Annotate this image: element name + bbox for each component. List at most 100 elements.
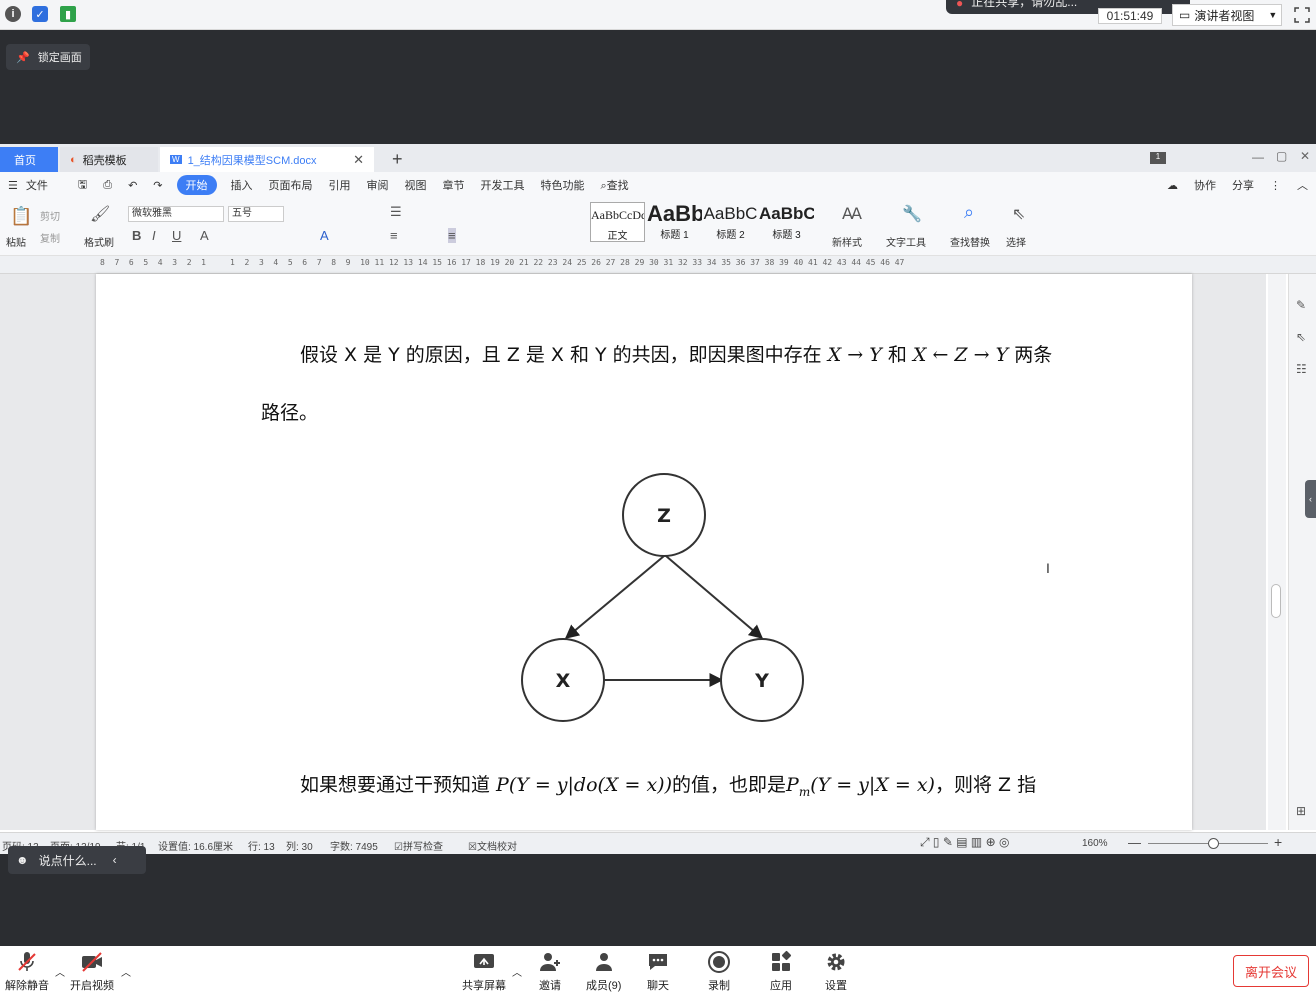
font-size-select[interactable]: 五号 bbox=[228, 206, 284, 222]
invite-button[interactable]: 邀请 bbox=[538, 950, 562, 993]
menu-search[interactable]: ⌕查找 bbox=[593, 177, 637, 193]
zoom-level[interactable]: 160% bbox=[1082, 838, 1108, 849]
status-words[interactable]: 字数: 7495 bbox=[330, 838, 378, 853]
tab-daoke-template[interactable]: ◐ 稻壳模板 bbox=[60, 147, 158, 172]
new-style-label[interactable]: 新样式 bbox=[832, 234, 862, 249]
zoom-slider-handle[interactable] bbox=[1208, 838, 1219, 849]
paragraph-1-line-2[interactable]: 路径。 bbox=[261, 398, 318, 425]
unmute-button[interactable]: 解除静音 bbox=[5, 950, 49, 993]
info-icon[interactable]: i bbox=[5, 6, 21, 22]
cut-button[interactable]: 剪切 bbox=[40, 208, 60, 223]
more-icon[interactable]: ⋮ bbox=[1262, 179, 1289, 192]
paragraph-2[interactable]: 如果想要通过干预知道 P(Y = y|do(X = x))的值，也即是Pm(Y … bbox=[300, 770, 1036, 799]
proofread-button[interactable]: ☒文档校对 bbox=[468, 838, 517, 853]
style-heading-3[interactable]: AaBbC 标题 3 bbox=[759, 202, 814, 242]
ruler[interactable]: 8 7 6 5 4 3 2 1 1 2 3 4 5 6 7 8 9 10 11 … bbox=[0, 256, 1316, 274]
shield-icon[interactable]: ✓ bbox=[32, 6, 48, 22]
save-icon[interactable]: 🖫 bbox=[70, 176, 95, 195]
align-left-icon[interactable]: ≡ bbox=[390, 228, 398, 243]
paste-label[interactable]: 粘贴 bbox=[6, 234, 26, 249]
menu-features[interactable]: 特色功能 bbox=[533, 177, 593, 193]
collapse-ribbon-icon[interactable]: ︿ bbox=[1289, 177, 1316, 193]
side-collapse-button[interactable]: ‹ bbox=[1305, 480, 1316, 518]
wrench-icon[interactable]: 🔧 bbox=[902, 204, 922, 224]
menu-start[interactable]: 开始 bbox=[176, 175, 217, 195]
font-color-icon[interactable]: A bbox=[320, 228, 329, 243]
cloud-icon[interactable]: ☁ bbox=[1159, 179, 1186, 192]
menu-page-layout[interactable]: 页面布局 bbox=[261, 177, 321, 193]
settings-button[interactable]: 设置 bbox=[824, 950, 848, 993]
find-replace-label[interactable]: 查找替换 bbox=[950, 234, 990, 249]
minimize-icon[interactable]: — bbox=[1252, 150, 1264, 164]
cursor-select-icon[interactable]: ⇖ bbox=[1012, 204, 1025, 224]
align-justify-icon[interactable]: ≡ bbox=[448, 228, 456, 243]
pointer-icon[interactable]: ⇖ bbox=[1296, 330, 1306, 344]
strikethrough-icon[interactable]: A bbox=[200, 228, 209, 243]
select-label[interactable]: 选择 bbox=[1006, 234, 1026, 249]
members-button[interactable]: 成员(9) bbox=[586, 950, 621, 993]
undo-icon[interactable]: ↶ bbox=[120, 179, 145, 192]
menu-file[interactable]: 文件 bbox=[26, 177, 56, 193]
apps-button[interactable]: 应用 bbox=[769, 950, 793, 993]
presenter-view-dropdown[interactable]: ▭ 演讲者视图 ▼ bbox=[1172, 4, 1282, 26]
format-painter-icon[interactable]: 🖌 bbox=[90, 204, 110, 224]
scrollbar-thumb[interactable] bbox=[1271, 584, 1281, 618]
redo-icon[interactable]: ↷ bbox=[145, 179, 170, 192]
lock-screen-button[interactable]: 📌 锁定画面 bbox=[6, 44, 90, 70]
sliders-icon[interactable]: ☷ bbox=[1296, 362, 1307, 376]
menu-chapter[interactable]: 章节 bbox=[435, 177, 473, 193]
zoom-out-icon[interactable]: — bbox=[1128, 835, 1141, 850]
menu-insert[interactable]: 插入 bbox=[223, 177, 261, 193]
chevron-up-icon[interactable]: ︿ bbox=[55, 964, 65, 979]
menu-reference[interactable]: 引用 bbox=[321, 177, 359, 193]
italic-icon[interactable]: I bbox=[152, 228, 156, 243]
pen-icon[interactable]: ✎ bbox=[1296, 298, 1306, 312]
view-mode-icons[interactable]: ⤢ ▯ ✎ ▤ ▥ ⊕ ◎ bbox=[920, 835, 1009, 850]
record-button[interactable]: 录制 bbox=[707, 950, 731, 993]
font-select[interactable]: 微软雅黑 bbox=[128, 206, 224, 222]
format-painter-label[interactable]: 格式刷 bbox=[84, 234, 114, 249]
style-heading-1[interactable]: AaBb 标题 1 bbox=[647, 202, 702, 242]
document-page[interactable]: 假设 X 是 Y 的原因，且 Z 是 X 和 Y 的共因，即因果图中存在 X →… bbox=[96, 274, 1192, 830]
style-normal[interactable]: AaBbCcDd 正文 bbox=[590, 202, 645, 242]
text-tools-label[interactable]: 文字工具 bbox=[886, 234, 926, 249]
menu-review[interactable]: 审阅 bbox=[359, 177, 397, 193]
grid-icon[interactable]: ⊞ bbox=[1296, 804, 1306, 818]
hamburger-icon[interactable]: ☰ bbox=[0, 179, 26, 192]
close-icon[interactable]: ✕ bbox=[353, 152, 364, 168]
chat-button[interactable]: 聊天 bbox=[646, 950, 670, 993]
menu-share[interactable]: 分享 bbox=[1224, 177, 1262, 193]
vertical-scrollbar[interactable] bbox=[1268, 274, 1286, 830]
fullscreen-icon[interactable] bbox=[1294, 7, 1310, 23]
copy-button[interactable]: 复制 bbox=[40, 230, 60, 245]
new-tab-button[interactable]: + bbox=[382, 147, 413, 172]
leave-meeting-button[interactable]: 离开会议 bbox=[1233, 955, 1309, 987]
maximize-icon[interactable]: ▢ bbox=[1276, 149, 1287, 163]
share-screen-button[interactable]: 共享屏幕 bbox=[462, 950, 506, 993]
chevron-up-icon[interactable]: ︿ bbox=[512, 964, 522, 979]
paragraph-1[interactable]: 假设 X 是 Y 的原因，且 Z 是 X 和 Y 的共因，即因果图中存在 X →… bbox=[300, 340, 1052, 367]
chevron-left-icon[interactable]: ‹ bbox=[113, 853, 117, 867]
bold-icon[interactable]: B bbox=[132, 228, 141, 243]
status-setting: 设置值: 16.6厘米 bbox=[158, 842, 234, 853]
spell-check-button[interactable]: ☑拼写检查 bbox=[394, 838, 443, 853]
bullet-list-icon[interactable]: ☰ bbox=[390, 204, 402, 220]
menu-cowork[interactable]: 协作 bbox=[1186, 177, 1224, 193]
emoji-icon[interactable]: ☻ bbox=[16, 853, 29, 867]
zoom-in-icon[interactable]: + bbox=[1274, 834, 1282, 850]
chat-input[interactable]: ☻ 说点什么... ‹ bbox=[8, 846, 146, 874]
start-video-button[interactable]: 开启视频 bbox=[70, 950, 114, 993]
new-style-icon[interactable]: Ꜳ bbox=[842, 204, 862, 224]
style-heading-2[interactable]: AaBbC 标题 2 bbox=[703, 202, 758, 242]
tab-home[interactable]: 首页 bbox=[0, 147, 58, 172]
chevron-up-icon[interactable]: ︿ bbox=[121, 964, 131, 979]
paste-icon[interactable]: 📋 bbox=[10, 206, 32, 227]
menu-dev-tools[interactable]: 开发工具 bbox=[473, 177, 533, 193]
print-icon[interactable]: ⎙ bbox=[95, 179, 120, 192]
signal-icon[interactable]: ▮ bbox=[60, 6, 76, 22]
menu-view[interactable]: 视图 bbox=[397, 177, 435, 193]
underline-icon[interactable]: U bbox=[172, 228, 181, 243]
find-replace-icon[interactable]: ⌕ bbox=[964, 202, 974, 223]
window-close-icon[interactable]: ✕ bbox=[1300, 149, 1310, 163]
tab-document[interactable]: W 1_结构因果模型SCM.docx ✕ bbox=[160, 147, 374, 172]
